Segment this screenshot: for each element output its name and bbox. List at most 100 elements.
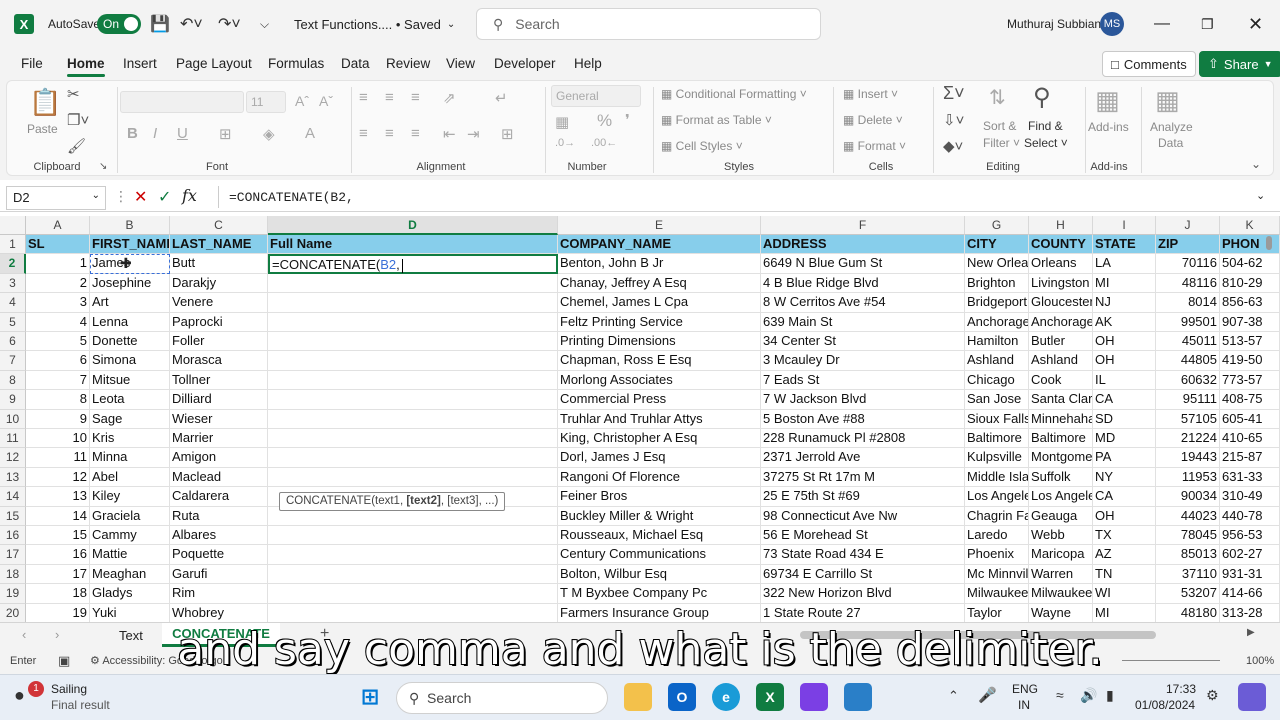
table-cell[interactable]: Meaghan xyxy=(90,564,170,585)
table-cell[interactable]: 931-31 xyxy=(1220,564,1280,585)
number-format-select[interactable]: General xyxy=(551,85,641,107)
row-header[interactable]: 5 xyxy=(0,312,26,332)
undo-icon[interactable]: ↶˅ xyxy=(180,0,203,48)
table-cell[interactable]: New Orleans xyxy=(965,254,1029,274)
paste-icon[interactable]: 📋 xyxy=(29,87,61,118)
tab-file[interactable]: File xyxy=(21,56,43,71)
table-cell[interactable]: IL xyxy=(1093,370,1156,391)
row-header[interactable]: 1 xyxy=(0,235,26,255)
fill-icon[interactable]: ⇩˅ xyxy=(943,111,964,129)
column-header-k[interactable]: K xyxy=(1220,216,1280,235)
scroll-right-icon[interactable]: ▶ xyxy=(1247,627,1255,638)
table-cell[interactable]: 78045 xyxy=(1156,526,1220,546)
table-cell[interactable]: 856-63 xyxy=(1220,293,1280,313)
row-header[interactable]: 12 xyxy=(0,448,26,468)
addins-icon[interactable]: ▦ xyxy=(1095,85,1120,116)
table-cell[interactable]: Gloucester xyxy=(1029,293,1093,313)
table-cell[interactable]: Chagrin Falls xyxy=(965,506,1029,526)
table-cell[interactable]: SD xyxy=(1093,409,1156,429)
table-cell[interactable]: Butt xyxy=(170,254,268,274)
select-all-corner[interactable] xyxy=(0,216,26,235)
table-cell[interactable]: 414-66 xyxy=(1220,584,1280,604)
function-tooltip[interactable]: CONCATENATE(text1, [text2], [text3], ...… xyxy=(279,492,506,511)
table-cell[interactable]: Kiley xyxy=(90,487,170,507)
table-cell[interactable]: 6649 N Blue Gum St xyxy=(761,254,965,274)
filter-label[interactable]: Filter ˅ xyxy=(983,136,1020,150)
table-cell[interactable]: Buckley Miller & Wright xyxy=(558,506,761,526)
table-cell[interactable]: Los Angeles xyxy=(1029,487,1093,507)
table-cell[interactable]: Butler xyxy=(1029,332,1093,352)
table-cell[interactable]: Webb xyxy=(1029,526,1093,546)
table-cell[interactable]: Whobrey xyxy=(170,603,268,622)
sheet-tab-concatenate[interactable]: CONCATENATE xyxy=(162,623,280,647)
table-cell[interactable] xyxy=(268,429,558,449)
weather-subtitle[interactable]: Final result xyxy=(51,698,110,712)
table-cell[interactable]: King, Christopher A Esq xyxy=(558,429,761,449)
table-cell[interactable]: Commercial Press xyxy=(558,390,761,410)
maximize-icon[interactable]: ❐ xyxy=(1201,0,1214,48)
excel-taskbar-icon[interactable]: X xyxy=(756,683,784,711)
wrap-text-icon[interactable]: ↵ xyxy=(495,89,508,107)
indent-decrease-icon[interactable]: ⇤ xyxy=(443,125,456,143)
table-cell[interactable]: 1 xyxy=(26,254,90,274)
column-title-cell[interactable]: STATE xyxy=(1093,235,1156,255)
column-title-cell[interactable]: ADDRESS xyxy=(761,235,965,255)
table-cell[interactable]: 45011 xyxy=(1156,332,1220,352)
tab-help[interactable]: Help xyxy=(574,56,602,71)
table-cell[interactable]: 44023 xyxy=(1156,506,1220,526)
vertical-scrollbar[interactable] xyxy=(1266,236,1272,250)
table-cell[interactable]: 605-41 xyxy=(1220,409,1280,429)
table-cell[interactable]: 7 Eads St xyxy=(761,370,965,391)
row-header[interactable]: 20 xyxy=(0,603,26,622)
table-cell[interactable]: Darakjy xyxy=(170,273,268,294)
table-cell[interactable]: Montgomery xyxy=(1029,448,1093,468)
table-cell[interactable]: 19443 xyxy=(1156,448,1220,468)
decrease-decimal-icon[interactable]: .00← xyxy=(591,137,617,149)
table-cell[interactable]: NJ xyxy=(1093,293,1156,313)
table-cell[interactable]: Ashland xyxy=(965,351,1029,371)
table-cell[interactable]: Mattie xyxy=(90,545,170,565)
table-cell[interactable]: Foller xyxy=(170,332,268,352)
column-header-i[interactable]: I xyxy=(1093,216,1156,235)
table-cell[interactable]: Baltimore xyxy=(1029,429,1093,449)
italic-icon[interactable]: I xyxy=(153,125,157,142)
insert-function-icon[interactable]: fx xyxy=(182,186,197,205)
table-cell[interactable]: 34 Center St xyxy=(761,332,965,352)
table-cell[interactable]: 21224 xyxy=(1156,429,1220,449)
table-cell[interactable]: Sage xyxy=(90,409,170,429)
column-title-cell[interactable]: Full Name xyxy=(268,235,558,255)
table-cell[interactable]: 11953 xyxy=(1156,467,1220,488)
table-cell[interactable]: 73 State Road 434 E xyxy=(761,545,965,565)
table-cell[interactable]: 228 Runamuck Pl #2808 xyxy=(761,429,965,449)
table-cell[interactable]: Marrier xyxy=(170,429,268,449)
table-cell[interactable]: 7 xyxy=(26,370,90,391)
table-cell[interactable]: 85013 xyxy=(1156,545,1220,565)
tab-data[interactable]: Data xyxy=(341,56,370,71)
row-header[interactable]: 14 xyxy=(0,487,26,507)
row-header[interactable]: 6 xyxy=(0,332,26,352)
font-color-icon[interactable]: A xyxy=(305,125,315,142)
select-label[interactable]: Select ˅ xyxy=(1024,136,1068,150)
table-cell[interactable]: CA xyxy=(1093,390,1156,410)
table-cell[interactable]: Minnehaha xyxy=(1029,409,1093,429)
row-header[interactable]: 18 xyxy=(0,564,26,585)
table-cell[interactable]: Rangoni Of Florence xyxy=(558,467,761,488)
table-cell[interactable]: 419-50 xyxy=(1220,351,1280,371)
table-cell[interactable]: 440-78 xyxy=(1220,506,1280,526)
table-cell[interactable] xyxy=(268,312,558,332)
table-cell[interactable]: Rousseaux, Michael Esq xyxy=(558,526,761,546)
analyze-data-icon[interactable]: ▦ xyxy=(1155,85,1180,116)
increase-font-icon[interactable]: Aˆ xyxy=(295,93,309,109)
table-cell[interactable] xyxy=(268,584,558,604)
clock-date[interactable]: 01/08/2024 xyxy=(1135,698,1195,712)
table-cell[interactable]: Tollner xyxy=(170,370,268,391)
clear-icon[interactable]: ◆˅ xyxy=(943,137,963,155)
zoom-slider[interactable] xyxy=(1122,660,1220,661)
table-cell[interactable]: Cammy xyxy=(90,526,170,546)
table-cell[interactable]: 5 Boston Ave #88 xyxy=(761,409,965,429)
table-cell[interactable]: Baltimore xyxy=(965,429,1029,449)
table-cell[interactable]: 15 xyxy=(26,526,90,546)
merge-center-icon[interactable]: ⊞ xyxy=(501,125,514,143)
table-cell[interactable]: 57105 xyxy=(1156,409,1220,429)
fill-color-icon[interactable]: ◈ xyxy=(263,125,275,143)
